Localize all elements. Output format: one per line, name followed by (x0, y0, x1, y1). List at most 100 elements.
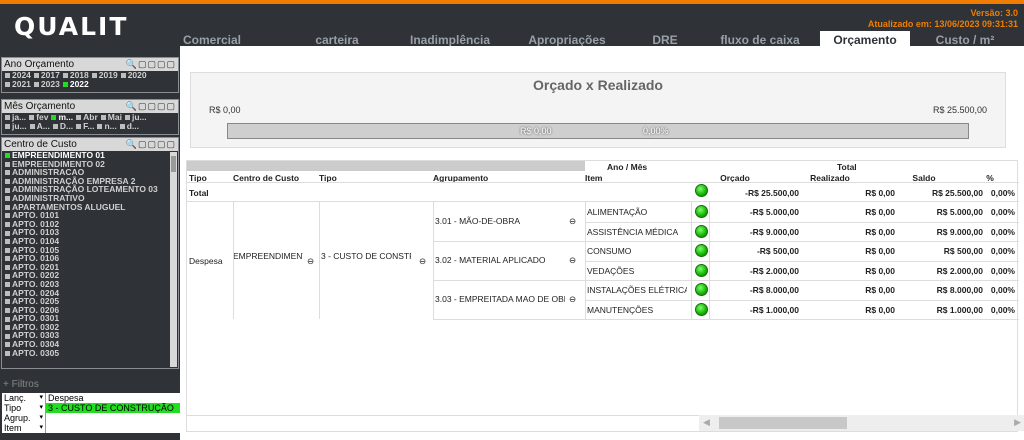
checkbox-icon (52, 124, 58, 130)
filter-value[interactable] (46, 423, 180, 433)
collapse-icon[interactable]: ⊖ (569, 216, 579, 227)
agrupamento-cell: 3.01 - MÃO-DE-OBRA (435, 216, 521, 226)
grid-line (585, 319, 1019, 320)
grid-line (691, 202, 692, 319)
mes-option[interactable]: ja... (5, 113, 26, 122)
value-cell: 0,00% (990, 246, 1015, 256)
mes-option[interactable]: Mai (100, 113, 122, 122)
checkbox-icon (5, 273, 10, 279)
ano-option[interactable]: 2017 (33, 71, 60, 80)
filter-key-label: Item (4, 423, 22, 433)
filter-row: Item ▾ (2, 423, 180, 433)
checkbox-icon (5, 73, 10, 79)
status-icon (695, 205, 708, 218)
grid-line (585, 202, 586, 319)
chevron-down-icon[interactable]: ▾ (39, 393, 43, 403)
checkbox-icon (5, 222, 10, 227)
ano-option[interactable]: 2021 (5, 80, 31, 89)
filter-value[interactable]: Despesa (46, 393, 180, 403)
chevron-down-icon[interactable]: ▾ (39, 413, 43, 423)
listbox-tools-icon[interactable]: 🔍▢▢▢▢ (126, 138, 176, 151)
listbox-tools-icon[interactable]: 🔍▢▢▢▢ (126, 58, 176, 71)
mes-option-label: n... (104, 122, 117, 131)
mes-option[interactable]: D... (52, 122, 73, 131)
ano-option-label: 2020 (127, 71, 147, 80)
pivot-table: Ano / Mês Total Tipo Centro de Custo Tipo Agr… (186, 160, 1024, 432)
filter-key[interactable]: Item ▾ (2, 423, 46, 433)
value-cell: R$ 0,00 (865, 246, 895, 256)
collapse-icon[interactable]: ⊖ (569, 255, 579, 266)
scroll-right-icon[interactable]: ▶ (1014, 417, 1021, 428)
ano-option[interactable]: 2019 (91, 71, 118, 80)
mes-option-label: Mai (107, 113, 122, 122)
ano-option[interactable]: 2024 (5, 71, 31, 80)
centro-cell: EMPREENDIMENTO 01 (233, 250, 303, 261)
ano-row: 2021 2023 2022 (2, 80, 178, 89)
value-cell: -R$ 8.000,00 (749, 285, 799, 295)
mes-orcamento-listbox: Mês Orçamento 🔍▢▢▢▢ ja... fev m... Abr Mai ju.… (1, 99, 179, 135)
filters-title[interactable]: + Filtros (0, 379, 180, 393)
chevron-down-icon[interactable]: ▾ (39, 423, 43, 433)
scroll-left-icon[interactable]: ◀ (703, 417, 710, 428)
checkbox-icon (5, 213, 10, 219)
chevron-down-icon[interactable]: ▾ (39, 403, 43, 413)
mes-option[interactable]: n... (97, 122, 117, 131)
collapse-icon[interactable]: ⊖ (419, 256, 429, 267)
value-cell: R$ 500,00 (943, 246, 983, 256)
value-cell: R$ 0,00 (865, 226, 895, 237)
status-icon (695, 224, 708, 238)
collapse-icon[interactable]: ⊖ (307, 256, 317, 267)
total-value: R$ 25.500,00 (931, 188, 983, 198)
centro-option[interactable]: APTO. 0305 (2, 348, 178, 358)
filter-key[interactable]: Lanç. ▾ (2, 393, 46, 403)
filter-value[interactable] (46, 413, 180, 423)
checkbox-icon (119, 124, 125, 130)
ano-option[interactable]: 2018 (62, 71, 89, 80)
checkbox-icon (5, 264, 10, 270)
checkbox-icon (5, 161, 10, 167)
mes-option[interactable]: A... (29, 122, 50, 131)
value-cell: 0,00% (990, 265, 1015, 276)
checkbox-icon (5, 316, 10, 322)
mes-row: ja... fev m... Abr Mai ju... (2, 113, 178, 122)
horizontal-scrollbar[interactable]: ◀ ▶ (699, 415, 1024, 431)
ano-option[interactable]: 2022 (62, 80, 89, 89)
filter-key[interactable]: Tipo ▾ (2, 403, 46, 413)
ano-mes-header[interactable]: Ano / Mês (607, 162, 697, 172)
filter-key[interactable]: Agrup. ▾ (2, 413, 46, 423)
value-cell: R$ 0,00 (865, 265, 895, 276)
version-info: Versão: 3.0 Atualizado em: 13/06/2023 09… (868, 8, 1018, 30)
mes-option[interactable]: m... (51, 113, 73, 122)
mes-option[interactable]: ju... (5, 122, 27, 131)
checkbox-icon (100, 115, 106, 121)
ano-list: 2024 2017 2018 2019 2020 2021 2023 2022 (2, 71, 178, 89)
centro-scrollbar[interactable] (170, 152, 177, 367)
mes-option-label: d... (126, 122, 140, 131)
mes-option[interactable]: fev (29, 113, 48, 122)
checkbox-icon (51, 115, 57, 121)
mes-option[interactable]: ju... (124, 113, 147, 122)
mes-option[interactable]: Abr (76, 113, 98, 122)
value-cell: R$ 8.000,00 (936, 285, 983, 295)
ano-option[interactable]: 2023 (33, 80, 60, 89)
mes-option-label: m... (58, 113, 74, 122)
checkbox-icon (5, 256, 10, 262)
status-icon (695, 263, 708, 277)
value-cell: -R$ 5.000,00 (749, 207, 799, 217)
orcado-realizado-chart: Orçado x Realizado R$ 0,00 R$ 25.500,00 … (190, 72, 1006, 148)
mes-option[interactable]: d... (119, 122, 140, 131)
grid-line (319, 202, 320, 319)
filter-value[interactable]: 3 - CUSTO DE CONSTRUÇÃO (46, 403, 180, 413)
checkbox-icon (5, 290, 10, 296)
checkbox-icon (5, 204, 10, 210)
grid-line (433, 280, 585, 281)
collapse-icon[interactable]: ⊖ (569, 294, 579, 305)
ano-option[interactable]: 2020 (120, 71, 147, 80)
tipo-cell: Despesa (189, 255, 223, 266)
value-cell: 0,00% (990, 226, 1015, 237)
checkbox-icon (5, 115, 10, 121)
checkbox-icon (5, 196, 10, 202)
mes-option[interactable]: F... (76, 122, 94, 131)
listbox-tools-icon[interactable]: 🔍▢▢▢▢ (126, 100, 176, 113)
scrollbar-thumb[interactable] (719, 417, 847, 429)
